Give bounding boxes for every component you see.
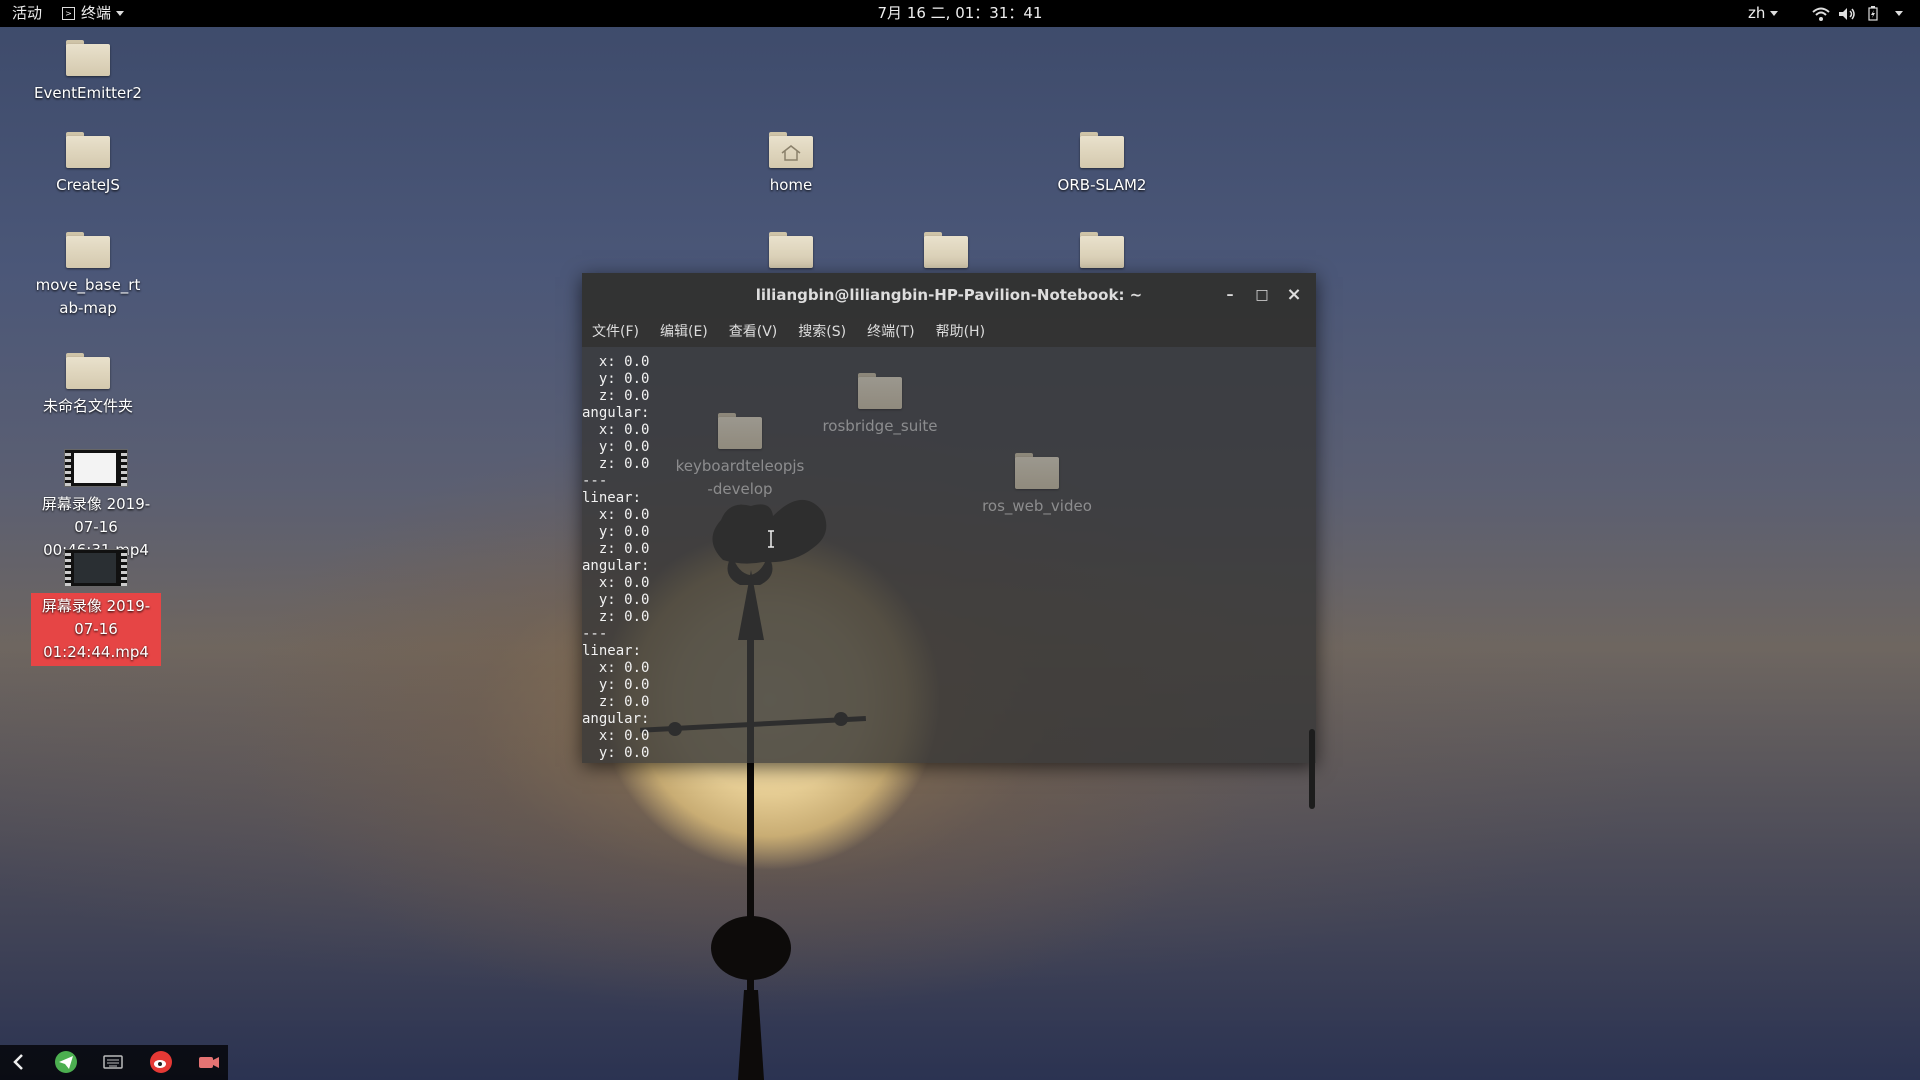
window-title: liliangbin@liliangbin-HP-Pavilion-Notebo…: [755, 286, 1143, 304]
wifi-icon[interactable]: [1812, 0, 1830, 27]
terminal-line: x: 0.0: [582, 507, 650, 523]
terminal-line: z: 0.0: [582, 541, 650, 557]
menu-view[interactable]: 查看(V): [729, 324, 778, 340]
terminal-app-icon: >: [62, 7, 75, 20]
terminal-output[interactable]: x: 0.0 y: 0.0 z: 0.0 angular: x: 0.0 y: 0…: [582, 354, 1302, 763]
language-label: zh: [1748, 4, 1766, 22]
maximize-button[interactable]: □: [1252, 285, 1272, 305]
folder-icon: [66, 353, 110, 389]
close-button[interactable]: ×: [1284, 285, 1304, 305]
battery-icon[interactable]: [1868, 0, 1878, 27]
terminal-line: y: 0.0: [582, 592, 650, 608]
terminal-line: angular:: [582, 405, 650, 421]
desktop-folder-partial[interactable]: [726, 232, 856, 274]
menu-help[interactable]: 帮助(H): [936, 324, 985, 340]
terminal-line: z: 0.0: [582, 694, 650, 710]
terminal-line: y: 0.0: [582, 745, 650, 761]
desktop-icon-home[interactable]: home: [726, 132, 856, 197]
folder-icon: [66, 232, 110, 268]
menu-file[interactable]: 文件(F): [592, 324, 639, 340]
app-menu-label: 终端: [81, 4, 112, 22]
desktop-icon-unnamed-folder[interactable]: 未命名文件夹: [23, 353, 153, 418]
back-arrow-icon[interactable]: [6, 1049, 32, 1075]
terminal-line: y: 0.0: [582, 439, 650, 455]
terminal-titlebar[interactable]: liliangbin@liliangbin-HP-Pavilion-Notebo…: [582, 273, 1316, 317]
terminal-line: linear:: [582, 490, 642, 506]
app-menu[interactable]: > 终端: [62, 0, 125, 27]
terminal-line: ---: [582, 626, 608, 642]
minimize-button[interactable]: –: [1220, 285, 1240, 305]
activities-button[interactable]: 活动: [12, 0, 42, 27]
terminal-scrollbar[interactable]: [1307, 354, 1316, 809]
desktop-icon-label: move_base_rtab-map: [35, 276, 141, 317]
telegram-icon[interactable]: [53, 1049, 79, 1075]
volume-icon[interactable]: [1838, 0, 1856, 27]
terminal-line: x: 0.0: [582, 728, 650, 744]
terminal-line: x: 0.0: [582, 575, 650, 591]
terminal-line: z: 0.0: [582, 456, 650, 472]
video-file-icon: [64, 449, 128, 487]
terminal-window[interactable]: liliangbin@liliangbin-HP-Pavilion-Notebo…: [582, 273, 1316, 809]
language-indicator[interactable]: zh: [1748, 0, 1779, 27]
system-menu[interactable]: [1890, 0, 1903, 27]
folder-icon: [1080, 132, 1124, 168]
terminal-line: angular:: [582, 711, 650, 727]
folder-icon: [66, 40, 110, 76]
chevron-down-icon: [1770, 11, 1779, 16]
weibo-icon[interactable]: [148, 1049, 174, 1075]
terminal-line: y: 0.0: [582, 524, 650, 540]
folder-icon: [66, 132, 110, 168]
desktop-icon-screen-recording-1[interactable]: 屏幕录像 2019-07-16 00:46:31.mp4: [31, 449, 161, 562]
folder-icon: [769, 232, 813, 268]
keyboard-icon[interactable]: [100, 1049, 126, 1075]
desktop-icon-label: 未命名文件夹: [42, 397, 133, 415]
desktop-icon-move-base-rtab-map[interactable]: move_base_rtab-map: [23, 232, 153, 320]
desktop-icon-label: home: [769, 176, 813, 194]
top-bar: 活动 > 终端 7月 16 二, 01：31：41 zh: [0, 0, 1920, 27]
folder-icon: [1080, 232, 1124, 268]
terminal-line: z: 0.0: [582, 388, 650, 404]
desktop-icon-label: EventEmitter2: [34, 84, 142, 102]
terminal-line: linear:: [582, 643, 642, 659]
desktop-icon-label: 屏幕录像 2019-07-16 01:24:44.mp4: [31, 593, 161, 666]
chevron-down-icon: [1895, 11, 1903, 16]
chevron-down-icon: [116, 11, 125, 16]
desktop-icon-createjs[interactable]: CreateJS: [23, 132, 153, 197]
folder-icon: [924, 232, 968, 268]
desktop-icon-label: ORB-SLAM2: [1057, 176, 1147, 194]
terminal-line: z: 0.0: [582, 609, 650, 625]
home-folder-icon: [769, 132, 813, 168]
desktop-icon-screen-recording-2[interactable]: 屏幕录像 2019-07-16 01:24:44.mp4: [31, 549, 161, 666]
text-cursor-icon: [767, 530, 775, 548]
desktop-folder-partial[interactable]: [881, 232, 1011, 274]
terminal-line: ---: [582, 473, 608, 489]
menu-search[interactable]: 搜索(S): [798, 324, 846, 340]
terminal-line: y: 0.0: [582, 677, 650, 693]
menu-terminal[interactable]: 终端(T): [867, 324, 914, 340]
terminal-menubar: 文件(F) 编辑(E) 查看(V) 搜索(S) 终端(T) 帮助(H): [582, 317, 1316, 347]
clock[interactable]: 7月 16 二, 01：31：41: [870, 0, 1050, 27]
dock: [0, 1045, 228, 1080]
camera-icon[interactable]: [196, 1049, 222, 1075]
video-file-icon: [64, 549, 128, 587]
scrollbar-thumb[interactable]: [1309, 729, 1315, 809]
menu-edit[interactable]: 编辑(E): [660, 324, 708, 340]
desktop-folder-partial[interactable]: [1037, 232, 1167, 274]
terminal-line: angular:: [582, 558, 650, 574]
terminal-line: x: 0.0: [582, 422, 650, 438]
desktop-icon-eventemitter2[interactable]: EventEmitter2: [23, 40, 153, 105]
terminal-line: y: 0.0: [582, 371, 650, 387]
desktop-icon-label: CreateJS: [56, 176, 120, 194]
terminal-line: x: 0.0: [582, 660, 650, 676]
terminal-line: x: 0.0: [582, 354, 650, 370]
desktop-icon-orb-slam2[interactable]: ORB-SLAM2: [1037, 132, 1167, 197]
